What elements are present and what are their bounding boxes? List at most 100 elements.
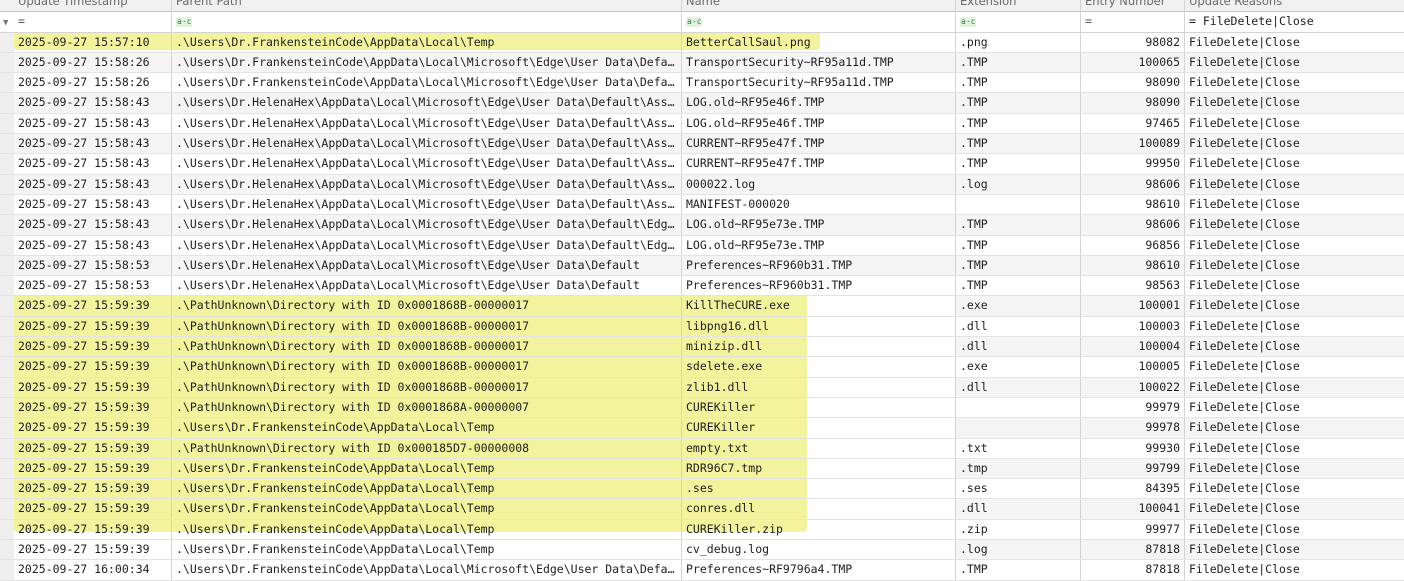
cell-extension[interactable]: .log <box>956 540 1081 560</box>
cell-entry-number[interactable]: 99950 <box>1081 154 1185 174</box>
cell-extension[interactable]: .dll <box>956 337 1081 357</box>
cell-update-reasons[interactable]: FileDelete|Close <box>1185 276 1404 295</box>
cell-name[interactable]: cv_debug.log <box>682 540 956 560</box>
cell-extension[interactable] <box>956 418 1081 438</box>
table-row[interactable]: 2025-09-27 15:59:39 .\Users\Dr.Frankenste… <box>0 540 1404 561</box>
cell-parent-path[interactable]: .\PathUnknown\Directory with ID 0x000186… <box>172 296 682 316</box>
cell-timestamp[interactable]: 2025-09-27 15:59:39 <box>14 337 172 357</box>
cell-extension[interactable]: .exe <box>956 357 1081 377</box>
row-indicator[interactable] <box>0 499 14 519</box>
cell-entry-number[interactable]: 99799 <box>1081 458 1185 479</box>
row-indicator[interactable] <box>0 316 14 337</box>
cell-name[interactable]: 000022.log <box>682 174 956 194</box>
cell-name[interactable]: MANIFEST-000020 <box>682 194 956 215</box>
table-row[interactable]: 2025-09-27 15:58:43 .\Users\Dr.HelenaHex\… <box>0 174 1404 195</box>
cell-update-reasons[interactable]: FileDelete|Close <box>1185 316 1404 337</box>
column-header-entry-number[interactable]: Entry Number <box>1081 0 1185 12</box>
cell-parent-path[interactable]: .\Users\Dr.HelenaHex\AppData\Local\Micro… <box>172 174 682 194</box>
cell-parent-path[interactable]: .\Users\Dr.HelenaHex\AppData\Local\Micro… <box>172 215 682 235</box>
cell-parent-path[interactable]: .\Users\Dr.FrankensteinCode\AppData\Loca… <box>172 52 682 73</box>
cell-timestamp[interactable]: 2025-09-27 15:59:39 <box>14 479 172 499</box>
filter-entry-number[interactable]: = <box>1081 12 1185 32</box>
cell-name[interactable]: conres.dll <box>682 499 956 519</box>
table-row[interactable]: 2025-09-27 15:58:43 .\Users\Dr.HelenaHex\… <box>0 215 1404 236</box>
table-row[interactable]: 2025-09-27 15:59:39 .\Users\Dr.Frankenste… <box>0 479 1404 500</box>
cell-name[interactable]: CURRENT~RF95e47f.TMP <box>682 154 956 174</box>
cell-extension[interactable] <box>956 397 1081 418</box>
cell-extension[interactable]: .TMP <box>956 215 1081 235</box>
cell-parent-path[interactable]: .\Users\Dr.HelenaHex\AppData\Local\Micro… <box>172 113 682 134</box>
cell-timestamp[interactable]: 2025-09-27 15:59:39 <box>14 397 172 418</box>
cell-update-reasons[interactable]: FileDelete|Close <box>1185 134 1404 153</box>
cell-extension[interactable]: .log <box>956 174 1081 194</box>
cell-parent-path[interactable]: .\Users\Dr.HelenaHex\AppData\Local\Micro… <box>172 93 682 113</box>
cell-entry-number[interactable]: 100001 <box>1081 296 1185 316</box>
cell-name[interactable]: Preferences~RF9796a4.TMP <box>682 560 956 580</box>
cell-parent-path[interactable]: .\Users\Dr.HelenaHex\AppData\Local\Micro… <box>172 235 682 255</box>
cell-parent-path[interactable]: .\Users\Dr.HelenaHex\AppData\Local\Micro… <box>172 276 682 296</box>
row-indicator[interactable] <box>0 397 14 418</box>
cell-timestamp[interactable]: 2025-09-27 15:59:39 <box>14 296 172 316</box>
cell-entry-number[interactable]: 100003 <box>1081 316 1185 337</box>
cell-name[interactable]: sdelete.exe <box>682 357 956 377</box>
cell-parent-path[interactable]: .\Users\Dr.FrankensteinCode\AppData\Loca… <box>172 560 682 580</box>
row-indicator[interactable] <box>0 73 14 93</box>
cell-name[interactable]: zlib1.dll <box>682 377 956 397</box>
cell-update-reasons[interactable]: FileDelete|Close <box>1185 296 1404 316</box>
cell-entry-number[interactable]: 100089 <box>1081 134 1185 154</box>
cell-timestamp[interactable]: 2025-09-27 15:58:43 <box>14 215 172 235</box>
cell-name[interactable]: LOG.old~RF95e46f.TMP <box>682 113 956 134</box>
cell-extension[interactable]: .TMP <box>956 134 1081 154</box>
cell-parent-path[interactable]: .\PathUnknown\Directory with ID 0x000186… <box>172 377 682 397</box>
cell-extension[interactable]: .TMP <box>956 560 1081 580</box>
cell-update-reasons[interactable]: FileDelete|Close <box>1185 479 1404 499</box>
cell-name[interactable]: TransportSecurity~RF95a11d.TMP <box>682 52 956 73</box>
cell-update-reasons[interactable]: FileDelete|Close <box>1185 236 1404 255</box>
cell-entry-number[interactable]: 99930 <box>1081 438 1185 458</box>
cell-name[interactable]: LOG.old~RF95e46f.TMP <box>682 93 956 113</box>
cell-extension[interactable]: .dll <box>956 316 1081 337</box>
cell-timestamp[interactable]: 2025-09-27 15:58:26 <box>14 73 172 93</box>
table-row[interactable]: 2025-09-27 15:58:43 .\Users\Dr.HelenaHex\… <box>0 154 1404 175</box>
row-indicator[interactable] <box>0 519 14 540</box>
cell-name[interactable]: CUREKiller <box>682 397 956 418</box>
cell-timestamp[interactable]: 2025-09-27 15:58:43 <box>14 93 172 113</box>
table-row[interactable]: 2025-09-27 15:59:39 .\Users\Dr.Frankenste… <box>0 519 1404 541</box>
table-row[interactable]: 2025-09-27 15:58:43 .\Users\Dr.HelenaHex\… <box>0 93 1404 114</box>
cell-update-reasons[interactable]: FileDelete|Close <box>1185 519 1404 540</box>
cell-timestamp[interactable]: 2025-09-27 15:58:43 <box>14 174 172 194</box>
row-indicator[interactable] <box>0 235 14 255</box>
table-row[interactable]: 2025-09-27 15:59:39 .\Users\Dr.Frankenste… <box>0 458 1404 480</box>
row-indicator[interactable] <box>0 255 14 276</box>
cell-update-reasons[interactable]: FileDelete|Close <box>1185 256 1404 275</box>
cell-update-reasons[interactable]: FileDelete|Close <box>1185 540 1404 560</box>
table-row[interactable]: 2025-09-27 15:57:10 .\Users\Dr.Frankenste… <box>0 32 1404 53</box>
cell-entry-number[interactable]: 100022 <box>1081 377 1185 397</box>
row-indicator[interactable] <box>0 438 14 458</box>
row-indicator[interactable] <box>0 93 14 113</box>
cell-update-reasons[interactable]: FileDelete|Close <box>1185 93 1404 112</box>
column-header-update-reasons[interactable]: Update Reasons <box>1185 0 1404 11</box>
row-indicator[interactable] <box>0 560 14 580</box>
cell-name[interactable]: KillTheCURE.exe <box>682 296 956 316</box>
row-indicator[interactable] <box>0 479 14 499</box>
cell-name[interactable]: CURRENT~RF95e47f.TMP <box>682 134 956 154</box>
cell-timestamp[interactable]: 2025-09-27 16:00:34 <box>14 560 172 580</box>
cell-name[interactable]: BetterCallSaul.png <box>682 32 956 52</box>
row-indicator[interactable] <box>0 296 14 316</box>
cell-timestamp[interactable]: 2025-09-27 15:57:10 <box>14 32 172 52</box>
filter-parent-path[interactable]: a·c <box>172 12 682 32</box>
cell-entry-number[interactable]: 98082 <box>1081 32 1185 52</box>
cell-timestamp[interactable]: 2025-09-27 15:59:39 <box>14 357 172 377</box>
cell-extension[interactable]: .zip <box>956 519 1081 540</box>
cell-entry-number[interactable]: 84395 <box>1081 479 1185 499</box>
cell-timestamp[interactable]: 2025-09-27 15:58:43 <box>14 134 172 154</box>
cell-extension[interactable]: .tmp <box>956 458 1081 479</box>
row-indicator[interactable] <box>0 215 14 235</box>
cell-entry-number[interactable]: 98610 <box>1081 255 1185 276</box>
cell-extension[interactable]: .txt <box>956 438 1081 458</box>
cell-parent-path[interactable]: .\Users\Dr.HelenaHex\AppData\Local\Micro… <box>172 255 682 276</box>
row-indicator[interactable] <box>0 357 14 377</box>
table-row[interactable]: 2025-09-27 15:59:39 .\Users\Dr.Frankenste… <box>0 499 1404 520</box>
cell-extension[interactable]: .dll <box>956 499 1081 519</box>
